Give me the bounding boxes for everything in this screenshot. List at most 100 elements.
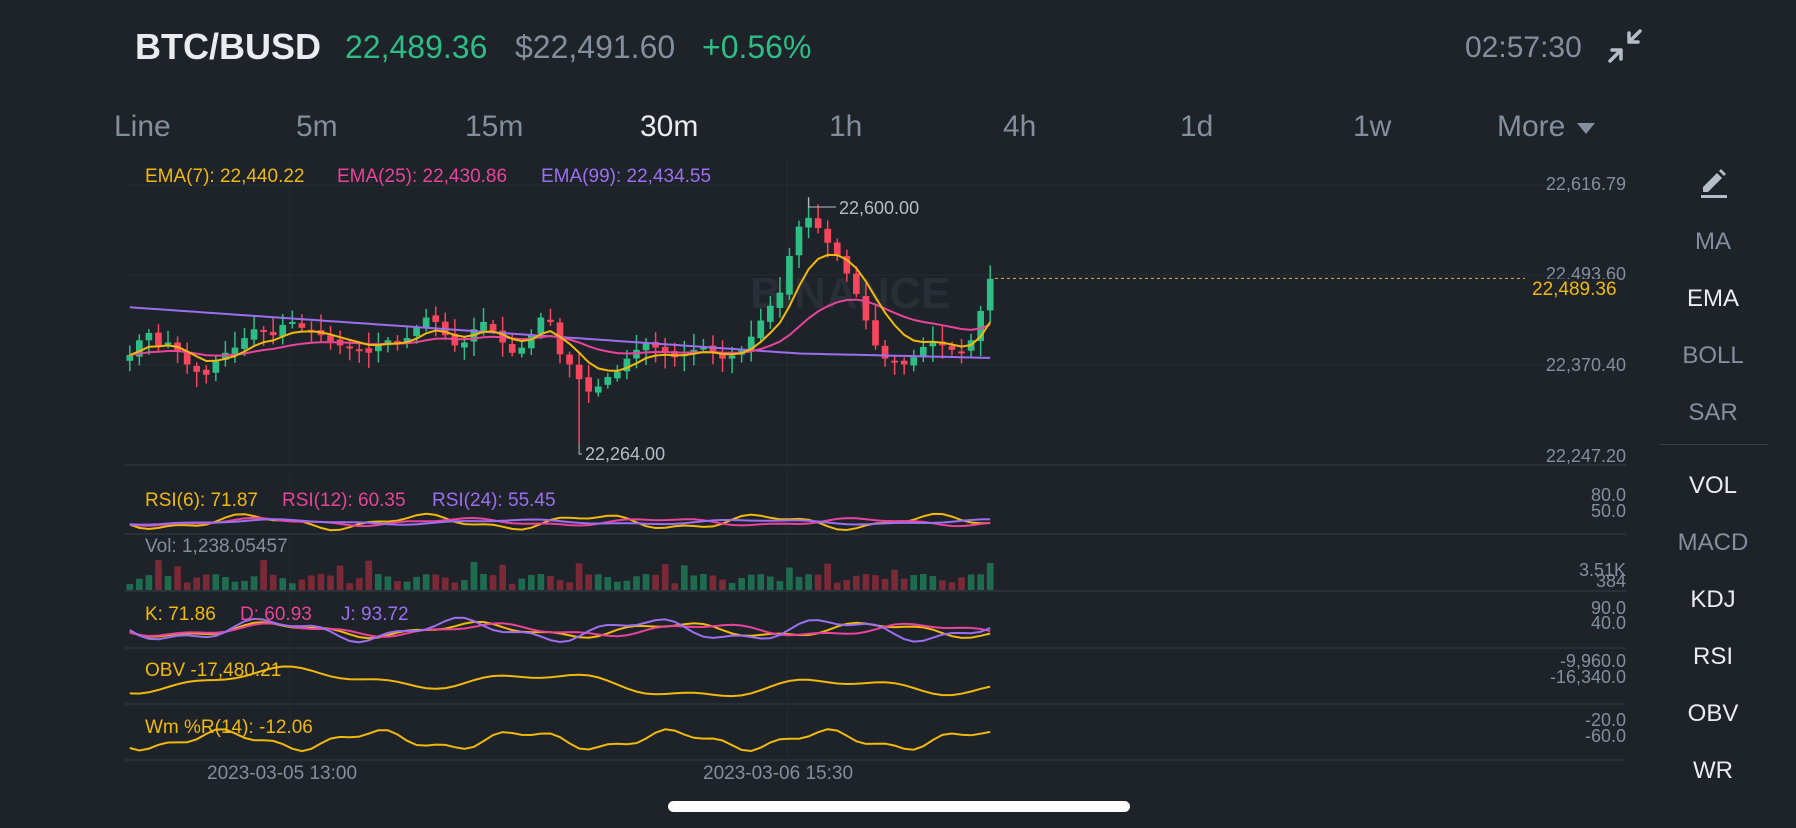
volume-bar bbox=[231, 581, 239, 590]
volume-bar bbox=[413, 576, 420, 590]
volume-bar bbox=[910, 575, 918, 590]
volume-bar bbox=[814, 574, 822, 590]
candle-body bbox=[594, 386, 602, 393]
candle-body bbox=[900, 360, 908, 365]
price-chart[interactable]: BINANCE bbox=[0, 0, 1796, 828]
candle-body bbox=[891, 360, 898, 363]
volume-bar bbox=[594, 574, 602, 590]
candle-body bbox=[346, 346, 354, 349]
volume-bar bbox=[862, 574, 870, 590]
price-axis-label: 22,616.79 bbox=[1545, 174, 1626, 194]
volume-bar bbox=[986, 563, 994, 590]
home-indicator[interactable] bbox=[668, 801, 1130, 812]
price-axis-label: 22,370.40 bbox=[1545, 355, 1626, 375]
volume-bar bbox=[566, 582, 573, 590]
low-annotation: 22,264.00 bbox=[585, 444, 666, 464]
candle-body bbox=[853, 273, 860, 295]
volume-bar bbox=[623, 580, 631, 590]
volume-label: Vol: 1,238.05457 bbox=[145, 536, 288, 557]
volume-bar bbox=[489, 575, 497, 590]
rsi6-label: RSI(6): 71.87 bbox=[145, 490, 258, 511]
volume-bar bbox=[776, 581, 784, 590]
volume-bar bbox=[680, 565, 688, 590]
candle-body bbox=[327, 335, 334, 342]
volume-bar bbox=[575, 563, 583, 590]
candle-body bbox=[288, 321, 296, 324]
candle-body bbox=[231, 347, 239, 355]
candle-body bbox=[269, 331, 277, 336]
indicator-obv[interactable]: OBV bbox=[1660, 700, 1766, 728]
candle-body bbox=[881, 345, 889, 359]
candle-body bbox=[910, 357, 918, 366]
volume-bar bbox=[977, 574, 985, 590]
volume-bar bbox=[939, 580, 946, 590]
volume-bar bbox=[212, 574, 220, 590]
volume-bar bbox=[451, 582, 459, 590]
volume-bar bbox=[518, 578, 526, 590]
volume-bar bbox=[958, 577, 965, 590]
obv-axis-label: -16,340.0 bbox=[1549, 667, 1626, 687]
volume-bar bbox=[499, 564, 506, 590]
indicator-kdj[interactable]: KDJ bbox=[1660, 586, 1766, 614]
rsi12-label: RSI(12): 60.35 bbox=[282, 490, 406, 511]
candle-body bbox=[212, 360, 220, 373]
volume-bar bbox=[164, 575, 172, 590]
volume-bar bbox=[843, 580, 851, 590]
volume-bar bbox=[422, 574, 430, 590]
candle-body bbox=[164, 342, 172, 345]
candle-body bbox=[776, 292, 784, 308]
candle-body bbox=[355, 349, 363, 352]
candle-body bbox=[833, 242, 841, 256]
candle-body bbox=[375, 345, 382, 352]
volume-bar bbox=[900, 578, 908, 590]
volume-bar bbox=[202, 574, 210, 590]
indicator-macd[interactable]: MACD bbox=[1660, 529, 1766, 557]
volume-bar bbox=[719, 579, 726, 590]
candle-body bbox=[126, 354, 134, 361]
volume-bar bbox=[805, 574, 812, 590]
indicator-wr[interactable]: WR bbox=[1660, 757, 1766, 785]
volume-bar bbox=[786, 567, 793, 590]
candle-body bbox=[145, 332, 153, 341]
volume-bar bbox=[948, 582, 956, 590]
volume-bar bbox=[461, 580, 468, 590]
volume-bar bbox=[508, 583, 516, 590]
volume-bar bbox=[633, 576, 640, 590]
candle-body bbox=[824, 228, 832, 243]
volume-bar bbox=[709, 575, 717, 590]
volume-bar bbox=[260, 560, 267, 590]
candle-body bbox=[986, 278, 994, 311]
volume-bar bbox=[891, 569, 898, 590]
volume-bar bbox=[757, 574, 765, 590]
volume-bar bbox=[355, 578, 363, 590]
price-axis-label: 22,247.20 bbox=[1545, 446, 1626, 466]
indicator-vol[interactable]: VOL bbox=[1660, 472, 1766, 500]
wr-axis-label: -60.0 bbox=[1584, 726, 1626, 746]
candle-body bbox=[489, 323, 497, 331]
volume-bar bbox=[432, 574, 440, 590]
volume-bar bbox=[279, 578, 287, 590]
candle-body bbox=[728, 355, 736, 359]
indicator-sar[interactable]: SAR bbox=[1660, 399, 1766, 427]
candle-body bbox=[155, 332, 162, 346]
pencil-icon[interactable] bbox=[1697, 166, 1731, 200]
candle-body bbox=[805, 217, 812, 228]
volume-bar bbox=[145, 575, 153, 590]
volume-bar bbox=[690, 575, 698, 590]
volume-bar bbox=[527, 575, 535, 590]
volume-bar bbox=[403, 581, 411, 590]
candle-body bbox=[365, 348, 373, 353]
volume-bar bbox=[441, 577, 449, 590]
indicator-ema[interactable]: EMA bbox=[1660, 285, 1766, 313]
high-annotation: 22,600.00 bbox=[839, 198, 920, 218]
indicator-boll[interactable]: BOLL bbox=[1660, 342, 1766, 370]
candle-body bbox=[958, 351, 965, 354]
volume-bar bbox=[642, 574, 650, 590]
volume-bar bbox=[135, 578, 143, 590]
indicator-ma[interactable]: MA bbox=[1660, 228, 1766, 256]
indicator-rsi[interactable]: RSI bbox=[1660, 643, 1766, 671]
last-price-tag: 22,489.36 bbox=[1530, 279, 1619, 301]
volume-bar bbox=[394, 580, 401, 590]
date-label: 2023-03-05 13:00 bbox=[207, 763, 358, 784]
candle-body bbox=[183, 352, 191, 365]
